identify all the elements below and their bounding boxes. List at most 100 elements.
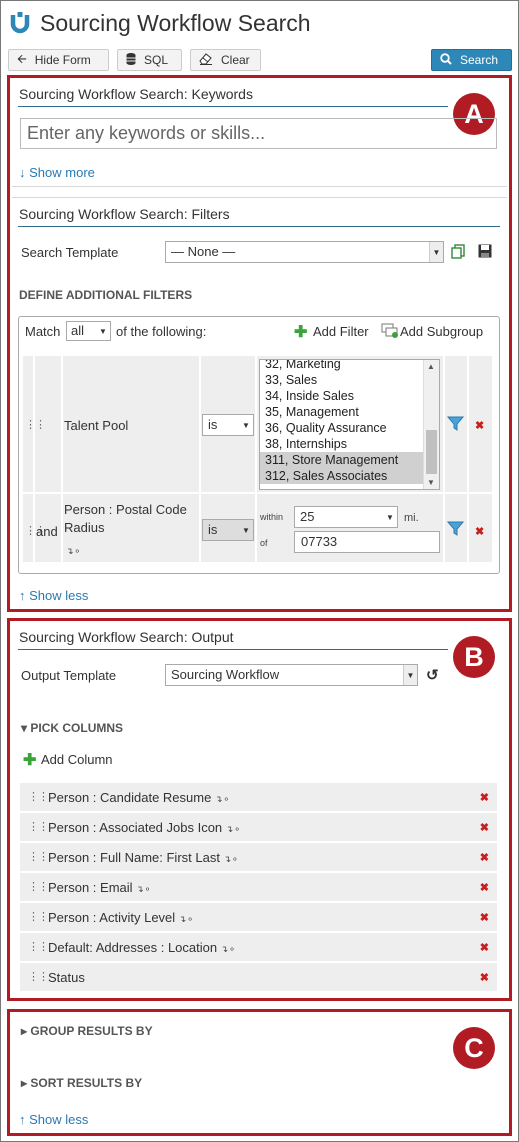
add-filter-link[interactable]: Add Filter [313, 324, 369, 339]
match-select[interactable]: all ▼ [66, 321, 111, 341]
eraser-icon [199, 52, 213, 68]
column-name: Status [48, 970, 85, 985]
hide-form-button[interactable]: 🡨 Hide Form [8, 49, 109, 71]
sql-button[interactable]: SQL [117, 49, 182, 71]
search-label: Search [460, 53, 499, 67]
page-header: Sourcing Workflow Search [10, 6, 311, 40]
filter-field-postal-line2: Radius [64, 520, 105, 535]
talent-pool-option[interactable]: 33, Sales [260, 372, 439, 388]
scroll-down-icon[interactable]: ▼ [427, 478, 435, 487]
filters-show-less-link[interactable]: ↑ Show less [19, 588, 88, 603]
delete-x-icon[interactable]: ✖ [480, 971, 489, 984]
filters-section-title: Sourcing Workflow Search: Filters [19, 206, 230, 222]
add-subgroup-link[interactable]: Add Subgroup [400, 324, 483, 339]
column-row[interactable]: ⋮⋮ Status ✖ [20, 963, 497, 991]
filter-funnel-icon[interactable] [446, 416, 465, 431]
talent-pool-option[interactable]: 32, Marketing [260, 360, 439, 372]
drag-handle-icon[interactable]: ⋮⋮ [28, 940, 49, 953]
delete-x-icon[interactable]: ✖ [480, 851, 489, 864]
column-row[interactable]: ⋮⋮ Person : Associated Jobs Icon ↴⚬ ✖ [20, 813, 497, 841]
radius-select[interactable]: 25 ▼ [294, 506, 398, 528]
of-label: of [260, 538, 268, 548]
keywords-input[interactable]: Enter any keywords or skills... [20, 118, 497, 149]
talent-pool-option[interactable]: 311, Store Management [260, 452, 439, 468]
postal-operator: is [208, 522, 218, 537]
chevron-down-icon: ▼ [96, 322, 110, 340]
database-icon [126, 52, 136, 68]
link-icon: ↴⚬ [178, 914, 194, 924]
scroll-up-icon[interactable]: ▲ [427, 362, 435, 371]
delete-x-icon[interactable]: ✖ [475, 525, 484, 538]
delete-x-icon[interactable]: ✖ [480, 881, 489, 894]
column-row[interactable]: ⋮⋮ Person : Candidate Resume ↴⚬ ✖ [20, 783, 497, 811]
talent-pool-option[interactable]: 35, Management [260, 404, 439, 420]
drag-handle-icon[interactable]: ⋮⋮ [28, 910, 49, 923]
scrollbar-thumb[interactable] [426, 430, 437, 474]
group-show-less-link[interactable]: ↑ Show less [19, 1112, 88, 1127]
reset-icon[interactable]: ↺ [426, 666, 439, 684]
column-row[interactable]: ⋮⋮ Default: Addresses : Location ↴⚬ ✖ [20, 933, 497, 961]
search-template-select[interactable]: — None — ▼ [165, 241, 444, 263]
delete-x-icon[interactable]: ✖ [480, 791, 489, 804]
sql-label: SQL [144, 53, 169, 67]
annotation-badge-c: C [453, 1027, 495, 1069]
arrow-up-icon: ↑ [19, 1112, 26, 1127]
toolbar: 🡨 Hide Form SQL Clear Search [8, 49, 512, 71]
output-template-value: Sourcing Workflow [171, 667, 280, 682]
column-row[interactable]: ⋮⋮ Person : Activity Level ↴⚬ ✖ [20, 903, 497, 931]
delete-x-icon[interactable]: ✖ [480, 911, 489, 924]
talent-pool-listbox[interactable]: 32, Marketing 33, Sales 34, Inside Sales 35… [259, 359, 440, 490]
keywords-title-rule [18, 106, 448, 107]
output-template-label: Output Template [21, 668, 117, 683]
postal-code-input[interactable]: 07733 [294, 531, 440, 553]
column-name: Person : Associated Jobs Icon ↴⚬ [48, 820, 241, 835]
chevron-down-icon: ▼ [429, 242, 443, 262]
talent-pool-option[interactable]: 36, Quality Assurance [260, 420, 439, 436]
column-row[interactable]: ⋮⋮ Person : Full Name: First Last ↴⚬ ✖ [20, 843, 497, 871]
plus-icon: ✚ [294, 324, 308, 341]
talent-pool-option[interactable]: 34, Inside Sales [260, 388, 439, 404]
save-icon[interactable] [478, 244, 492, 261]
output-section-title: Sourcing Workflow Search: Output [19, 629, 234, 645]
filter-field-talent-pool: Talent Pool [64, 418, 129, 433]
logo-icon [10, 12, 30, 34]
radius-value: 25 [300, 509, 315, 524]
copy-icon[interactable] [451, 244, 465, 262]
sort-results-toggle[interactable]: ▸ SORT RESULTS BY [21, 1076, 142, 1090]
drag-handle-icon[interactable]: ⋮⋮ [28, 850, 49, 863]
link-icon: ↴⚬ [220, 944, 236, 954]
drag-handle-icon[interactable]: ⋮⋮ [28, 820, 49, 833]
filters-title-rule [18, 226, 500, 227]
link-icon: ↴⚬ [136, 884, 152, 894]
search-template-value: — None — [171, 244, 236, 259]
link-icon: ↴⚬ [223, 854, 239, 864]
drag-handle-icon[interactable]: ⋮⋮ [25, 418, 46, 431]
show-more-link[interactable]: ↓ Show more [19, 165, 95, 180]
postal-operator-select[interactable]: is ▼ [202, 519, 254, 541]
keywords-section-title: Sourcing Workflow Search: Keywords [19, 86, 253, 102]
output-template-select[interactable]: Sourcing Workflow ▼ [165, 664, 418, 686]
talent-pool-operator-select[interactable]: is ▼ [202, 414, 254, 436]
clear-button[interactable]: Clear [190, 49, 261, 71]
link-icon: ↴⚬ [225, 824, 241, 834]
search-button[interactable]: Search [431, 49, 512, 71]
pick-columns-heading[interactable]: ▾ PICK COLUMNS [21, 721, 123, 735]
link-icon: ↴⚬ [214, 794, 231, 804]
clear-label: Clear [221, 53, 250, 67]
column-row[interactable]: ⋮⋮ Person : Email ↴⚬ ✖ [20, 873, 497, 901]
add-column-link[interactable]: Add Column [41, 752, 113, 767]
column-name: Person : Email ↴⚬ [48, 880, 152, 895]
delete-x-icon[interactable]: ✖ [480, 821, 489, 834]
chevron-down-icon: ▼ [383, 507, 397, 527]
drag-handle-icon[interactable]: ⋮⋮ [28, 970, 49, 983]
group-results-toggle[interactable]: ▸ GROUP RESULTS BY [21, 1024, 153, 1038]
listbox-scrollbar[interactable]: ▲ ▼ [423, 360, 439, 489]
talent-pool-option[interactable]: 312, Sales Associates [260, 468, 439, 484]
within-label: within [260, 512, 284, 522]
delete-x-icon[interactable]: ✖ [475, 419, 484, 432]
drag-handle-icon[interactable]: ⋮⋮ [28, 790, 49, 803]
delete-x-icon[interactable]: ✖ [480, 941, 489, 954]
talent-pool-option[interactable]: 38, Internships [260, 436, 439, 452]
filter-funnel-icon[interactable] [446, 521, 465, 536]
drag-handle-icon[interactable]: ⋮⋮ [28, 880, 49, 893]
